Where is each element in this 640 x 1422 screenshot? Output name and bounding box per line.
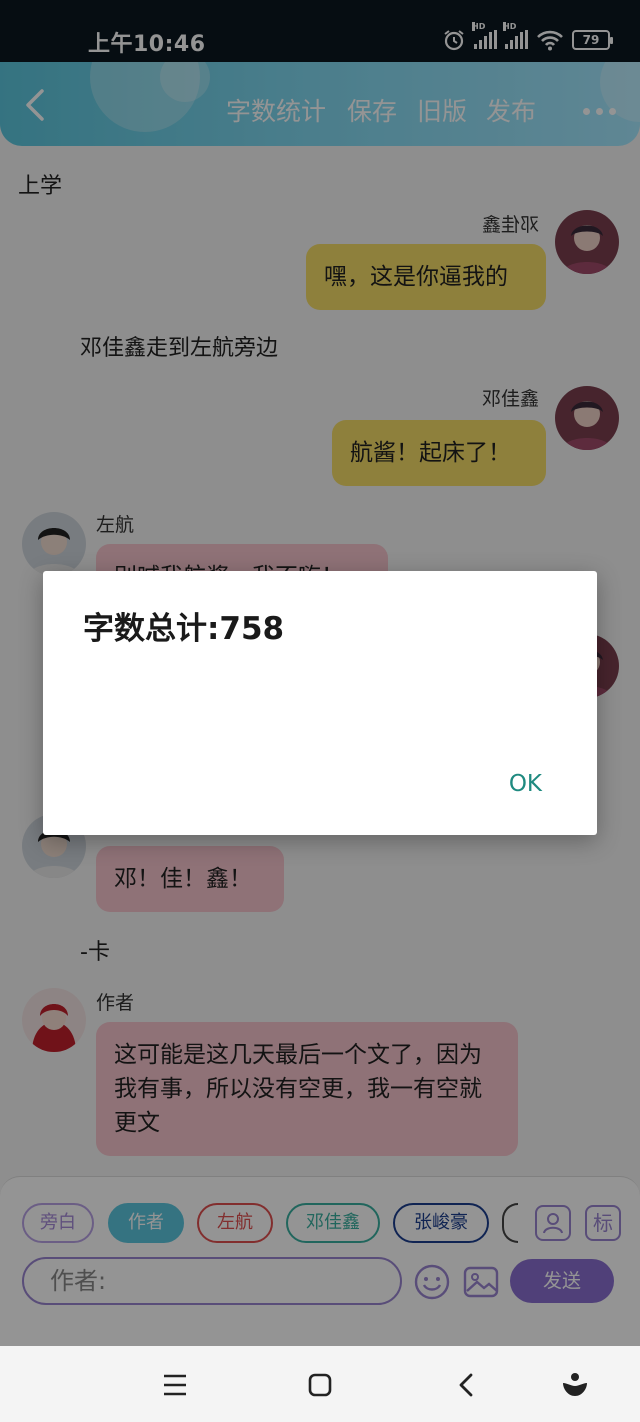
nav-back-icon[interactable] — [452, 1370, 482, 1400]
system-nav-bar — [0, 1346, 640, 1422]
dialog-title: 字数总计:758 — [83, 611, 285, 647]
word-count-dialog: 字数总计:758 OK — [43, 571, 597, 835]
home-icon[interactable] — [305, 1370, 335, 1400]
menu-icon[interactable] — [160, 1370, 190, 1400]
assistant-icon[interactable] — [560, 1370, 590, 1400]
ok-button[interactable]: OK — [509, 771, 542, 797]
